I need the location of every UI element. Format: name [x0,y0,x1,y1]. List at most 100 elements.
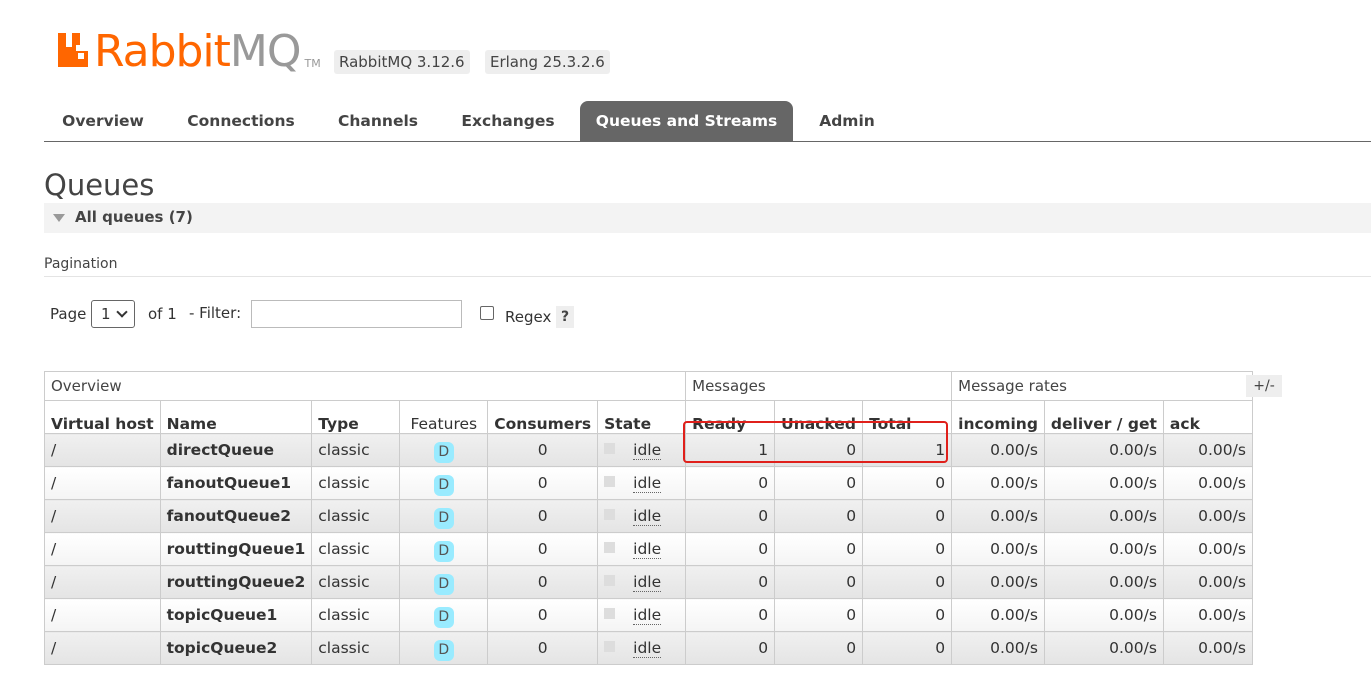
col-name[interactable]: Name [159,400,313,434]
col-unacked[interactable]: Unacked [774,400,864,434]
group-header-overview: Overview [43,371,687,401]
col-deliver-get[interactable]: deliver / get [1043,400,1164,434]
cell-vhost: / [44,433,161,467]
cell-state: idle [597,631,687,665]
page-select-value: 1 [101,305,111,323]
all-queues-toggle[interactable]: All queues (7) [44,203,1371,233]
cell-vhost: / [44,499,161,533]
state-label: idle [633,639,662,658]
col-state[interactable]: State [597,400,687,434]
cell-incoming: 0.00/s [951,532,1045,566]
cell-ready: 0 [685,598,776,632]
cell-deliver-get: 0.00/s [1043,499,1164,533]
cell-ack: 0.00/s [1162,565,1253,599]
cell-consumers: 0 [487,598,599,632]
table-row[interactable]: / routtingQueue2 classic D 0 idle 0 0 0 … [44,565,1253,599]
queue-name-link[interactable]: fanoutQueue2 [159,499,313,533]
table-row[interactable]: / topicQueue2 classic D 0 idle 0 0 0 0.0… [44,631,1253,665]
queue-name-link[interactable]: directQueue [159,433,313,467]
cell-unacked: 0 [774,532,864,566]
page-label: Page [50,305,87,323]
table-row[interactable]: / fanoutQueue2 classic D 0 idle 0 0 0 0.… [44,499,1253,533]
table-row[interactable]: / directQueue classic D 0 idle 1 0 1 0.0… [44,433,1253,467]
cell-features: D [399,598,489,632]
regex-help-button[interactable]: ? [556,306,574,328]
cell-features: D [399,532,489,566]
col-type[interactable]: Type [311,400,401,434]
pagination-divider [44,276,1371,277]
cell-features: D [399,466,489,500]
col-consumers[interactable]: Consumers [487,400,599,434]
cell-unacked: 0 [774,631,864,665]
state-label: idle [633,441,662,460]
cell-state: idle [597,433,687,467]
cell-deliver-get: 0.00/s [1043,631,1164,665]
cell-incoming: 0.00/s [951,433,1045,467]
cell-vhost: / [44,466,161,500]
col-ready[interactable]: Ready [685,400,776,434]
tab-exchanges[interactable]: Exchanges [449,101,567,141]
cell-deliver-get: 0.00/s [1043,433,1164,467]
tab-connections[interactable]: Connections [174,101,308,141]
cell-state: idle [597,532,687,566]
state-indicator-icon [604,608,616,619]
queue-name-link[interactable]: topicQueue2 [159,631,313,665]
tab-channels[interactable]: Channels [324,101,432,141]
cell-consumers: 0 [487,532,599,566]
state-indicator-icon [604,542,616,553]
table-row[interactable]: / fanoutQueue1 classic D 0 idle 0 0 0 0.… [44,466,1253,500]
regex-checkbox[interactable] [480,306,494,320]
cell-ack: 0.00/s [1162,631,1253,665]
table-row[interactable]: / topicQueue1 classic D 0 idle 0 0 0 0.0… [44,598,1253,632]
durable-badge: D [433,540,454,562]
cell-ack: 0.00/s [1162,466,1253,500]
filter-input[interactable] [251,300,462,328]
cell-deliver-get: 0.00/s [1043,466,1164,500]
cell-type: classic [311,433,401,467]
tab-queues-and-streams[interactable]: Queues and Streams [580,101,793,141]
cell-features: D [399,631,489,665]
cell-vhost: / [44,631,161,665]
cell-total: 0 [862,598,953,632]
cell-ack: 0.00/s [1162,532,1253,566]
cell-type: classic [311,466,401,500]
page-select[interactable]: 1 [91,300,135,328]
cell-incoming: 0.00/s [951,631,1045,665]
column-header-row: Virtual host Name Type Features Consumer… [44,400,1253,434]
state-indicator-icon [604,509,616,520]
col-virtual-host[interactable]: Virtual host [44,400,161,434]
queue-name-link[interactable]: fanoutQueue1 [159,466,313,500]
cell-consumers: 0 [487,565,599,599]
tab-admin[interactable]: Admin [808,101,886,141]
table-row[interactable]: / routtingQueue1 classic D 0 idle 0 0 0 … [44,532,1253,566]
col-total[interactable]: Total [862,400,953,434]
col-incoming[interactable]: incoming [951,400,1045,434]
cell-unacked: 0 [774,466,864,500]
cell-state: idle [597,499,687,533]
queues-table: Overview Messages Message rates Virtual … [43,371,1253,665]
cell-consumers: 0 [487,631,599,665]
logo-word-mq: MQ [229,26,302,77]
cell-ack: 0.00/s [1162,499,1253,533]
cell-total: 0 [862,466,953,500]
cell-unacked: 0 [774,565,864,599]
cell-features: D [399,433,489,467]
queue-name-link[interactable]: routtingQueue2 [159,565,313,599]
state-indicator-icon [604,575,616,586]
cell-incoming: 0.00/s [951,499,1045,533]
queue-name-link[interactable]: routtingQueue1 [159,532,313,566]
tab-overview[interactable]: Overview [44,101,162,141]
queue-name-link[interactable]: topicQueue1 [159,598,313,632]
cell-total: 0 [862,631,953,665]
durable-badge: D [433,474,454,496]
chevron-down-icon [116,306,128,318]
cell-deliver-get: 0.00/s [1043,565,1164,599]
cell-type: classic [311,598,401,632]
cell-unacked: 0 [774,433,864,467]
durable-badge: D [433,573,454,595]
col-ack[interactable]: ack [1162,400,1253,434]
column-toggle-button[interactable]: +/- [1246,375,1282,397]
cell-vhost: / [44,565,161,599]
rabbitmq-logo: RabbitMQ TM [56,28,321,74]
durable-badge: D [433,639,454,661]
